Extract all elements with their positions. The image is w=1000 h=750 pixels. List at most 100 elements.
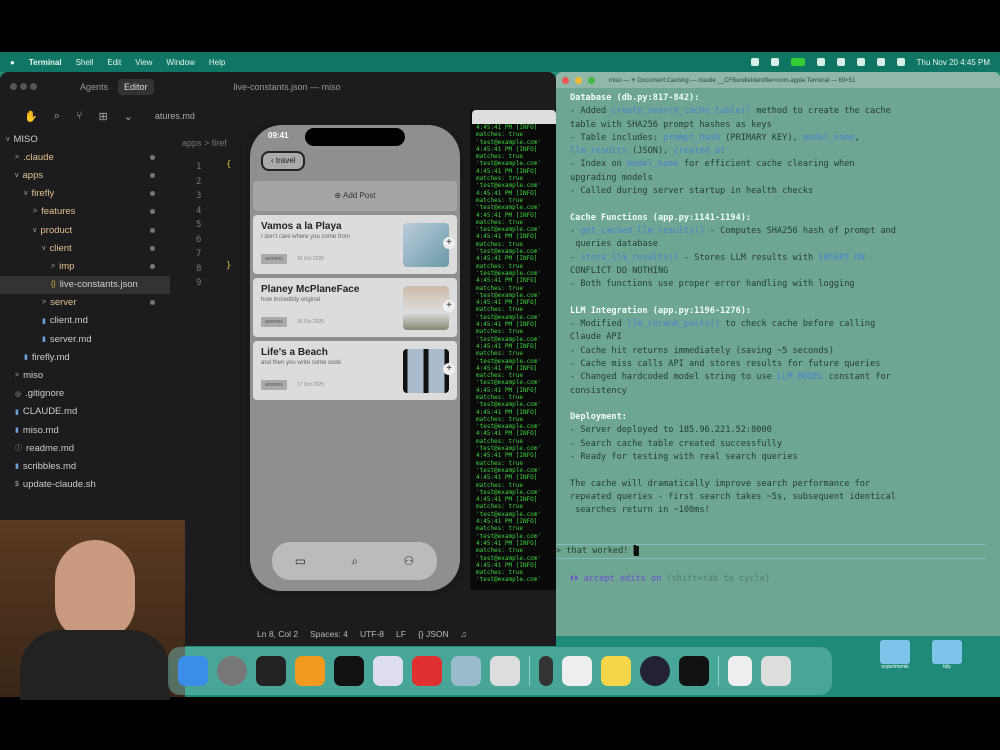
folder-tidy[interactable]: tidy [932, 640, 962, 670]
status-icon[interactable] [750, 58, 759, 66]
terminal-icon[interactable] [256, 656, 286, 686]
post-card[interactable]: Vamos a la Playa I don't care where you c… [253, 215, 457, 274]
tree-item[interactable]: > imp [0, 257, 170, 275]
tab-editor[interactable]: Editor [118, 79, 154, 95]
tree-item[interactable]: ⓘ readme.md [0, 439, 170, 457]
back-button[interactable]: ‹ travel [261, 151, 306, 171]
menu-bar: ● Terminal Shell Edit View Window Help T… [0, 52, 1000, 72]
tree-label: firefly [31, 188, 55, 200]
tree-item[interactable]: v product [0, 221, 170, 239]
notes-icon[interactable] [601, 656, 631, 686]
terminal-window[interactable]: miso — ✳ Document Caching — claude __CFB… [556, 72, 1000, 636]
terminal-icon[interactable] [679, 656, 709, 686]
tree-item[interactable]: v apps [0, 166, 170, 184]
textedit-icon[interactable] [562, 656, 592, 686]
volume-icon[interactable] [836, 58, 845, 66]
wifi-icon[interactable] [876, 58, 885, 66]
window-controls[interactable] [10, 82, 40, 92]
tree-item[interactable]: $ update-claude.sh [0, 476, 170, 494]
simulator-icon[interactable] [539, 656, 553, 686]
chevron-down-icon[interactable]: ⌄ [124, 110, 133, 123]
tree-label: server.md [49, 333, 92, 345]
tree-item[interactable]: {} live-constants.json [0, 275, 170, 294]
explorer-icon[interactable]: ✋ [24, 110, 38, 123]
add-post-button[interactable]: ⊕ Add Post [253, 181, 457, 211]
tree-item[interactable]: > server [0, 294, 170, 312]
log-line: 4:45:41 PM [INFO] [476, 364, 538, 372]
document-icon[interactable] [728, 656, 752, 686]
plus-icon[interactable]: + [443, 363, 455, 375]
extensions-icon[interactable]: ⊞ [98, 110, 107, 123]
brace-open: { [226, 160, 232, 170]
open-tab[interactable]: atures.md [155, 111, 195, 121]
pages-icon[interactable] [295, 656, 325, 686]
menu-edit[interactable]: Edit [107, 58, 121, 67]
tree-item[interactable]: v MISO [0, 130, 170, 148]
tree-icon: v [33, 226, 37, 234]
tree-icon: ▮ [15, 408, 19, 416]
tree-item[interactable]: v firefly [0, 185, 170, 203]
chat-icon[interactable]: ▭ [295, 554, 306, 568]
phone-simulator: 09:41 ‹ travel ⊕ Add Post Vamos a la Pla… [245, 120, 465, 596]
menu-view[interactable]: View [135, 58, 152, 67]
source-control-icon[interactable]: ⑂ [76, 110, 83, 122]
plus-icon[interactable]: + [443, 300, 455, 312]
prompt-input[interactable]: > that worked! ▌ [556, 544, 986, 560]
tree-item[interactable]: ◎ .gitignore [0, 385, 170, 403]
tree-item[interactable]: > .claude [0, 148, 170, 166]
cursor-app-icon[interactable] [334, 656, 364, 686]
indentation[interactable]: Spaces: 4 [310, 629, 348, 639]
language-mode[interactable]: {} JSON [418, 629, 449, 639]
search-icon[interactable]: ⌕ [54, 110, 60, 123]
search-icon[interactable]: ⌕ [351, 554, 358, 569]
bell-icon[interactable]: ♫ [461, 629, 467, 639]
log-line: 4:45:41 PM [INFO] [476, 124, 538, 131]
mode-indicator[interactable]: ⏵⏵ accept edits on [570, 574, 661, 584]
app-icon[interactable] [373, 656, 403, 686]
search-icon[interactable] [896, 58, 905, 66]
app-icon[interactable] [490, 656, 520, 686]
line-number: 7 [196, 249, 202, 259]
post-card[interactable]: Life's a Beach and then you write some co… [253, 341, 457, 400]
tree-item[interactable]: > miso [0, 366, 170, 384]
tree-item[interactable]: ▮ CLAUDE.md [0, 403, 170, 421]
apple-icon[interactable]: ● [10, 58, 15, 67]
quicktime-icon[interactable] [640, 656, 670, 686]
menu-shell[interactable]: Shell [76, 58, 94, 67]
finder-icon[interactable] [178, 656, 208, 686]
preview-icon[interactable] [451, 656, 481, 686]
tree-item[interactable]: ▮ firefly.md [0, 348, 170, 366]
tree-item[interactable]: ▮ miso.md [0, 421, 170, 439]
cursor-position[interactable]: Ln 8, Col 2 [257, 629, 298, 639]
tree-item[interactable]: > features [0, 203, 170, 221]
menu-help[interactable]: Help [209, 58, 225, 67]
menu-app-name[interactable]: Terminal [29, 58, 62, 67]
tree-item[interactable]: ▮ client.md [0, 312, 170, 330]
chatgpt-icon[interactable] [217, 656, 247, 686]
post-date: 17 Oct 2025 [296, 382, 325, 388]
menu-window[interactable]: Window [166, 58, 194, 67]
battery-icon[interactable] [856, 58, 865, 66]
line-ending[interactable]: LF [396, 629, 406, 639]
app-icon[interactable] [412, 656, 442, 686]
tree-item[interactable]: ▮ scribbles.md [0, 457, 170, 475]
tree-item[interactable]: ▮ server.md [0, 330, 170, 348]
tree-item[interactable]: v client [0, 239, 170, 257]
trash-icon[interactable] [761, 656, 791, 686]
encoding[interactable]: UTF-8 [360, 629, 384, 639]
status-icon[interactable] [816, 58, 825, 66]
plus-icon[interactable]: + [443, 237, 455, 249]
log-line: 'test@example.com' [476, 554, 542, 562]
people-icon[interactable]: ⚇ [404, 554, 415, 568]
log-line: 4:45:41 PM [INFO] [476, 496, 538, 504]
clock[interactable]: Thu Nov 20 4:45 PM [917, 58, 990, 67]
post-card[interactable]: Planey McPlaneFace how incredibly origina… [253, 278, 457, 337]
window-title: live-constants.json — miso [233, 82, 341, 92]
log-terminal[interactable]: 4:45:41 PM [INFO] matches: true'test@exam… [470, 110, 556, 590]
log-terminal-titlebar[interactable] [472, 110, 556, 124]
log-line: 'test@example.com' [476, 269, 542, 277]
camera-icon[interactable] [790, 58, 805, 66]
status-icon[interactable] [770, 58, 779, 66]
folder-experiments[interactable]: experiments [880, 640, 910, 670]
tab-agents[interactable]: Agents [80, 82, 108, 92]
